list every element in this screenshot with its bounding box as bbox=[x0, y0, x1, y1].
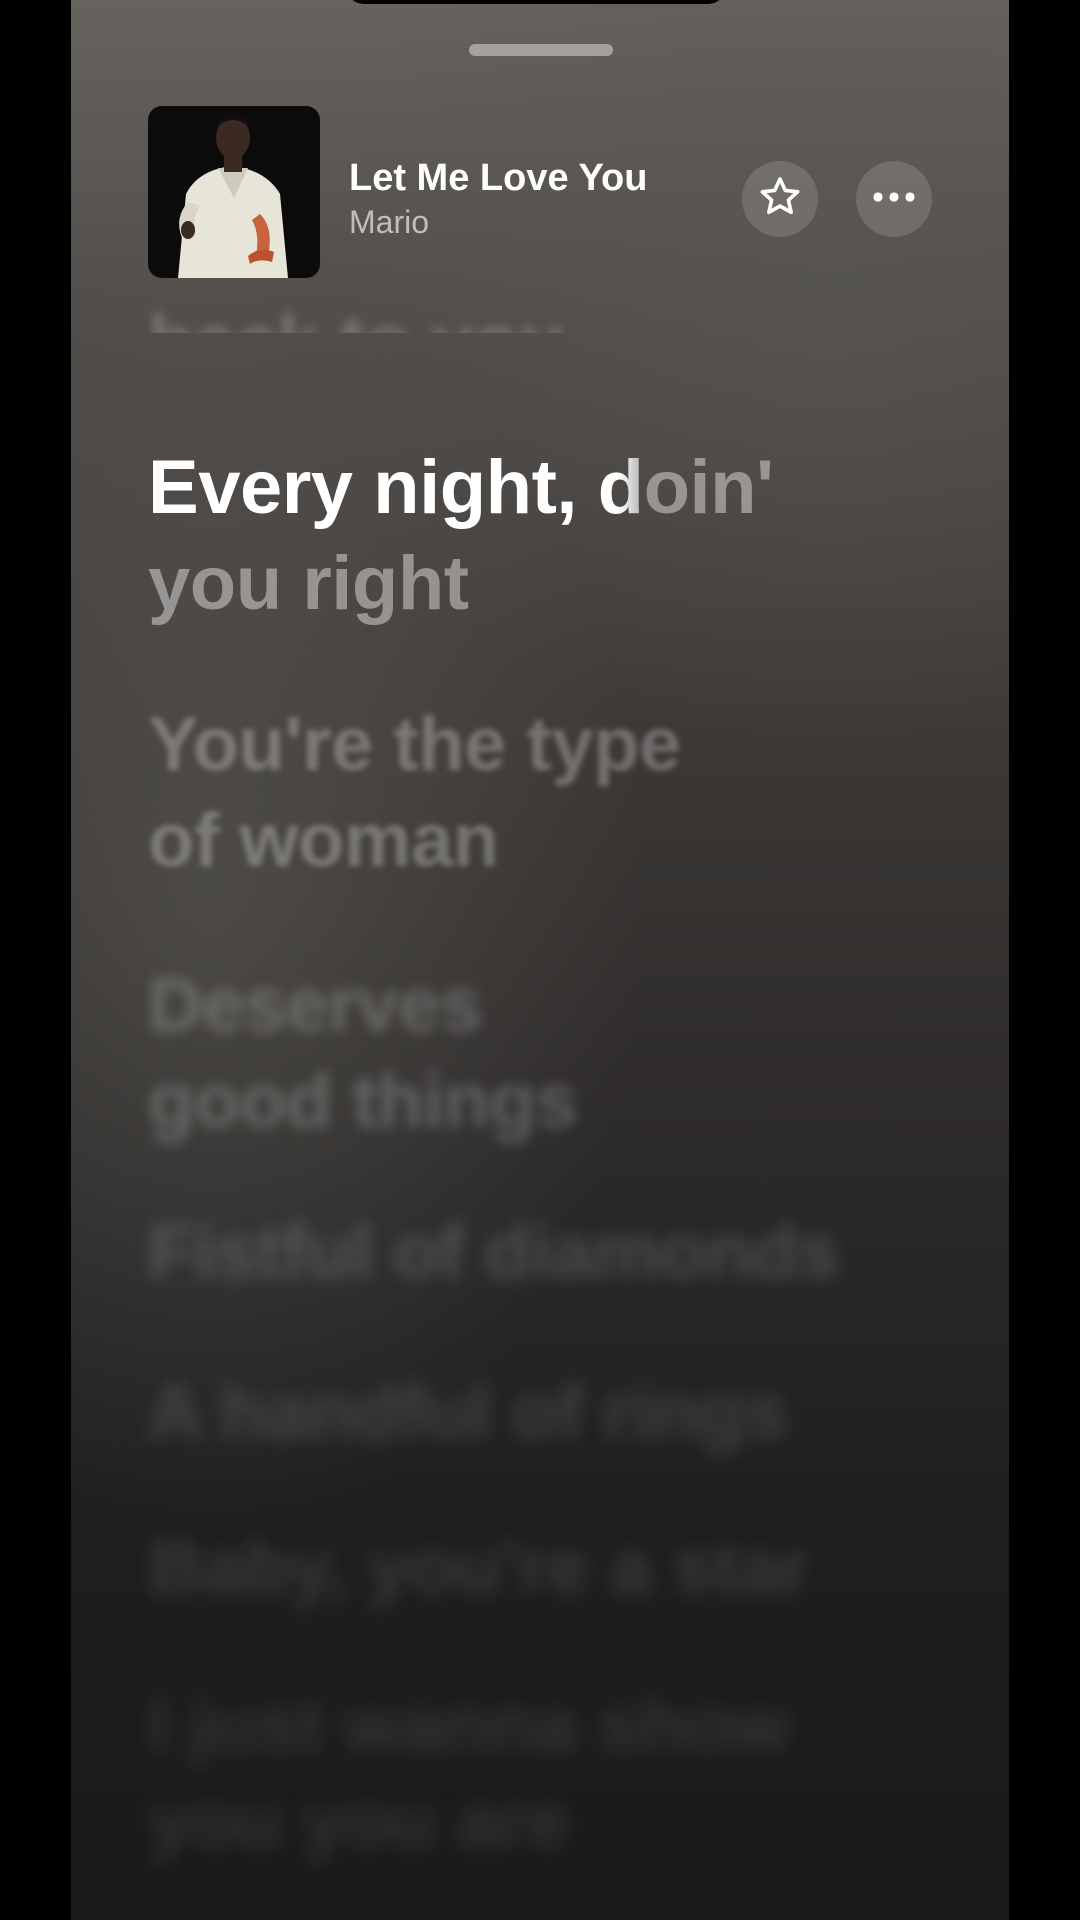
star-outline-icon bbox=[757, 174, 803, 225]
favorite-button[interactable] bbox=[742, 161, 818, 237]
sheet-grabber-handle[interactable] bbox=[469, 44, 613, 56]
lyric-line-upcoming[interactable]: Baby, you're a star bbox=[148, 1520, 810, 1616]
song-title[interactable]: Let Me Love You bbox=[349, 156, 647, 200]
lyric-line-upcoming[interactable]: A handful of rings bbox=[148, 1365, 787, 1461]
lyric-line-upcoming[interactable]: Deserves good things bbox=[148, 958, 578, 1150]
lyrics-screen: Let Me Love You Mario back to you Every … bbox=[71, 0, 1009, 1920]
lyric-line-upcoming[interactable]: Fistful of diamonds bbox=[148, 1205, 840, 1301]
lyric-line-current[interactable]: Every night, doin' you right bbox=[148, 440, 774, 632]
lyric-line-upcoming[interactable]: I just wanna show you you are bbox=[148, 1678, 790, 1870]
artist-name[interactable]: Mario bbox=[349, 202, 647, 242]
dynamic-island bbox=[346, 0, 726, 4]
album-artwork[interactable] bbox=[148, 106, 320, 278]
lyric-line-upcoming[interactable]: You're the type of woman bbox=[148, 697, 681, 889]
more-options-button[interactable] bbox=[856, 161, 932, 237]
now-playing-header: Let Me Love You Mario bbox=[148, 106, 943, 278]
lyric-partial-text: d bbox=[597, 445, 644, 530]
lyric-unsung-text: oin' bbox=[643, 445, 775, 530]
lyric-sung-text: Every night, bbox=[148, 445, 598, 530]
ellipsis-icon bbox=[872, 190, 916, 208]
lyric-line-previous[interactable]: back to you bbox=[148, 295, 565, 333]
lyric-current-line2: you right bbox=[148, 541, 469, 626]
